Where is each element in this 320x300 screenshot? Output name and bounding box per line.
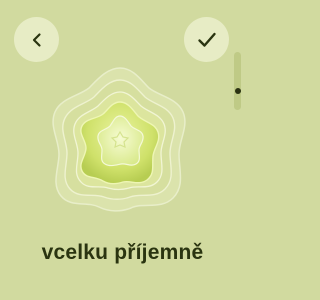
- scroll-indicator-track[interactable]: [234, 52, 241, 110]
- chevron-left-icon: [32, 32, 41, 47]
- done-button[interactable]: [184, 17, 229, 62]
- mood-flower-graphic: [52, 67, 186, 212]
- mood-flower: [45, 60, 195, 215]
- back-button[interactable]: [14, 17, 59, 62]
- mood-state-label: vcelku příjemně: [41, 241, 204, 264]
- checkmark-icon: [197, 32, 216, 47]
- scroll-indicator-thumb[interactable]: [235, 88, 241, 94]
